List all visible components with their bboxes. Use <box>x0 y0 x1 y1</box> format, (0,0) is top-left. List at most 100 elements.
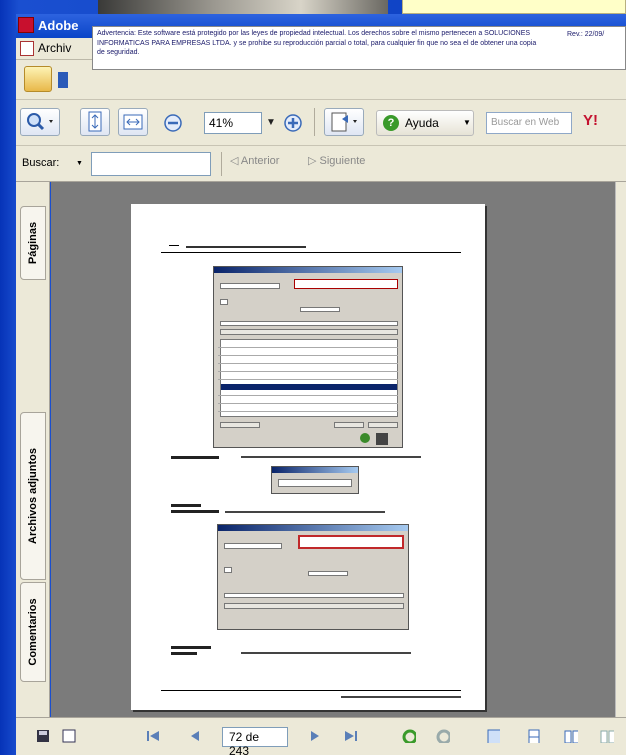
find-label[interactable]: Buscar: <box>22 157 59 169</box>
dialog-grid <box>220 339 398 417</box>
dialog-screenshot-small <box>271 466 359 494</box>
help-button[interactable]: ? Ayuda ▼ <box>376 110 474 136</box>
banner-panel <box>402 0 626 14</box>
fit-width-button[interactable] <box>118 108 148 136</box>
menu-archivo[interactable]: Archiv <box>38 41 71 55</box>
section-label <box>171 456 219 459</box>
status-bar: 72 de 243 <box>16 717 626 755</box>
grid-row <box>218 379 398 380</box>
dialog-ok-icon <box>360 433 370 443</box>
magnifier-icon <box>27 113 53 131</box>
grid-row <box>218 355 398 356</box>
find-next-button[interactable]: ▷ Siguiente <box>308 154 365 167</box>
dialog-button <box>220 422 260 428</box>
grid-selected-row <box>221 384 397 390</box>
chevron-down-icon[interactable]: ▼ <box>264 112 278 134</box>
warning-popup: Advertencia: Este software está protegid… <box>92 26 626 70</box>
find-toolbar: Buscar: ▼ ◁ Anterior ▷ Siguiente <box>16 146 626 182</box>
pdf-page <box>131 204 485 710</box>
dialog-field <box>278 479 352 487</box>
heading-text-line <box>186 246 306 248</box>
continuous-facing-icon[interactable] <box>600 729 614 743</box>
page-size-icon[interactable] <box>62 729 76 743</box>
grid-row <box>218 395 398 396</box>
facing-pages-icon[interactable] <box>564 729 578 743</box>
fit-width-icon <box>123 114 143 130</box>
dialog-field <box>224 567 232 573</box>
page-layout-icon <box>331 112 357 132</box>
grid-row <box>218 347 398 348</box>
window-title: Adobe <box>38 18 79 33</box>
find-previous-button[interactable]: ◁ Anterior <box>230 154 279 167</box>
tab-paginas[interactable]: Páginas <box>20 206 46 280</box>
dialog-field <box>224 543 282 549</box>
section-label <box>171 504 201 507</box>
page-number-input[interactable]: 72 de 243 <box>222 727 288 755</box>
toolbar-divider <box>314 108 315 136</box>
zoom-level-input[interactable]: 41% <box>204 112 262 134</box>
dialog-field <box>220 321 398 326</box>
open-folder-button[interactable] <box>24 66 52 92</box>
dialog-tabs <box>224 603 404 609</box>
grid-row <box>218 371 398 372</box>
tab-comentarios[interactable]: Comentarios <box>20 582 46 682</box>
dialog-caption <box>218 525 408 531</box>
save-icon[interactable] <box>36 729 50 743</box>
continuous-icon[interactable] <box>526 729 540 743</box>
next-page-icon[interactable] <box>308 729 322 743</box>
previous-page-icon[interactable] <box>188 729 202 743</box>
last-page-icon[interactable] <box>344 729 358 743</box>
zoom-tool-button[interactable] <box>20 108 60 136</box>
help-icon: ? <box>383 115 399 131</box>
chevron-down-icon: ▼ <box>463 118 471 127</box>
footer-rule <box>161 690 461 691</box>
navigation-panel: Páginas Archivos adjuntos Comentarios <box>16 182 50 717</box>
section-label <box>171 652 197 655</box>
dialog-field <box>308 571 348 576</box>
document-viewport[interactable] <box>51 182 615 717</box>
dialog-button <box>368 422 398 428</box>
toolbar-view: 41% ▼ ? Ayuda ▼ Buscar en Web Y! <box>16 100 626 146</box>
dialog-field <box>224 593 404 598</box>
dialog-screenshot <box>213 266 403 448</box>
heading-marker <box>169 245 179 246</box>
chevron-down-icon[interactable]: ▼ <box>76 160 83 167</box>
page-layout-button[interactable] <box>324 108 364 136</box>
go-back-icon[interactable] <box>402 729 416 743</box>
fit-page-button[interactable] <box>80 108 110 136</box>
heading-rule <box>161 252 461 253</box>
first-page-icon[interactable] <box>146 729 160 743</box>
warning-text: Advertencia: Este software está protegid… <box>97 30 537 56</box>
adobe-icon <box>18 17 34 33</box>
pdf-doc-icon <box>20 41 34 56</box>
find-input[interactable] <box>91 152 211 176</box>
revision-text: Rev.: 22/09/ <box>567 31 605 38</box>
dialog-tabs <box>220 329 398 335</box>
dialog-button <box>334 422 364 428</box>
section-description <box>241 652 411 654</box>
vertical-scrollbar[interactable] <box>615 182 626 717</box>
dialog-screenshot-2 <box>217 524 409 630</box>
search-web-input[interactable]: Buscar en Web <box>486 112 572 134</box>
section-label <box>171 510 219 513</box>
fit-page-icon <box>88 111 102 132</box>
dialog-caption <box>272 467 358 473</box>
section-label <box>171 646 211 649</box>
grid-row <box>218 403 398 404</box>
section-description <box>225 511 385 513</box>
dialog-field <box>300 307 340 312</box>
toolbar-button[interactable] <box>58 72 68 88</box>
toolbar-divider <box>221 152 222 176</box>
yahoo-icon[interactable]: Y! <box>583 112 598 129</box>
tab-archivos-adjuntos[interactable]: Archivos adjuntos <box>20 412 46 580</box>
zoom-in-icon[interactable] <box>282 112 304 134</box>
dialog-field <box>220 283 280 289</box>
go-forward-icon[interactable] <box>436 729 450 743</box>
section-description <box>241 456 421 458</box>
dialog-field-highlight <box>298 535 404 549</box>
dialog-field <box>220 299 228 305</box>
page-footer <box>341 696 461 698</box>
grid-row <box>218 411 398 412</box>
zoom-out-icon[interactable] <box>162 112 184 134</box>
single-page-icon[interactable] <box>486 729 500 743</box>
